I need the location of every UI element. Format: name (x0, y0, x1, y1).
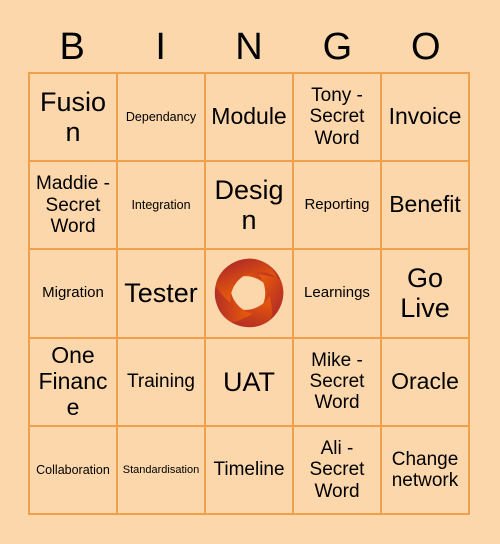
bingo-cell-label: Reporting (304, 195, 370, 213)
bingo-cell[interactable]: Integration (118, 162, 206, 251)
bingo-card: B I N G O Fusion Dependancy Module Tony … (0, 0, 500, 544)
bingo-cell[interactable]: UAT (206, 338, 294, 427)
bingo-cell-label: Go Live (400, 263, 450, 324)
bingo-cell[interactable]: Collaboration (30, 426, 118, 515)
bingo-cell[interactable]: Ali - Secret Word (294, 426, 382, 515)
bingo-cell[interactable]: Mike - Secret Word (294, 338, 382, 427)
bingo-cell-label: Collaboration (36, 462, 110, 477)
bingo-cell-label: Standardisation (122, 463, 200, 476)
header-letter-n: N (235, 26, 263, 68)
bingo-cell-label: Learnings (304, 284, 370, 302)
bingo-cell-label: Migration (42, 284, 104, 302)
header-letter-g: G (322, 26, 353, 68)
bingo-cell[interactable]: Dependancy (118, 74, 206, 163)
bingo-cell[interactable]: Benefit (382, 162, 470, 251)
bingo-cell-label: Integration (131, 198, 191, 213)
bingo-cell-label: Change network (391, 448, 459, 491)
bingo-cell-label: UAT (223, 366, 275, 397)
bingo-cell-label: Ali - Secret Word (309, 437, 365, 502)
bingo-cell[interactable]: Tester (118, 250, 206, 339)
bingo-cell[interactable]: Invoice (382, 74, 470, 163)
bingo-cell-label: Benefit (389, 191, 461, 218)
bingo-cell[interactable]: One Finance (30, 338, 118, 427)
bingo-cell-label: Oracle (391, 367, 459, 394)
bingo-free-space-cell[interactable] (206, 250, 294, 339)
bingo-cell[interactable]: Reporting (294, 162, 382, 251)
bingo-cell-label: Timeline (213, 459, 285, 481)
bingo-cell-label: Module (211, 103, 287, 130)
bingo-cell-label: Invoice (388, 103, 462, 130)
bingo-header: B I N G O (28, 22, 470, 72)
bingo-cell[interactable]: Training (118, 338, 206, 427)
company-logo-icon (210, 254, 288, 332)
bingo-cell[interactable]: Module (206, 74, 294, 163)
bingo-cell[interactable]: Standardisation (118, 426, 206, 515)
bingo-cell-label: One Finance (38, 342, 108, 420)
bingo-cell-label: Dependancy (125, 110, 197, 125)
bingo-cell-label: Fusion (39, 86, 107, 148)
bingo-cell[interactable]: Go Live (382, 250, 470, 339)
bingo-cell-label: Design (214, 175, 284, 236)
bingo-cell[interactable]: Learnings (294, 250, 382, 339)
bingo-cell[interactable]: Fusion (30, 74, 118, 163)
bingo-cell-label: Tony - Secret Word (309, 85, 365, 149)
header-letter-b: B (59, 26, 85, 68)
bingo-cell[interactable]: Tony - Secret Word (294, 74, 382, 163)
bingo-cell-label: Maddie - Secret Word (36, 173, 110, 237)
bingo-cell[interactable]: Maddie - Secret Word (30, 162, 118, 251)
bingo-cell[interactable]: Migration (30, 250, 118, 339)
bingo-cell[interactable]: Timeline (206, 426, 294, 515)
bingo-cell-label: Mike - Secret Word (309, 349, 365, 414)
bingo-cell-label: Tester (124, 278, 198, 309)
bingo-grid: Fusion Dependancy Module Tony - Secret W… (28, 72, 470, 515)
bingo-cell[interactable]: Oracle (382, 338, 470, 427)
header-letter-i: I (155, 26, 166, 68)
bingo-cell[interactable]: Change network (382, 426, 470, 515)
bingo-cell-label: Training (127, 371, 195, 393)
header-letter-o: O (411, 26, 441, 68)
bingo-cell[interactable]: Design (206, 162, 294, 251)
